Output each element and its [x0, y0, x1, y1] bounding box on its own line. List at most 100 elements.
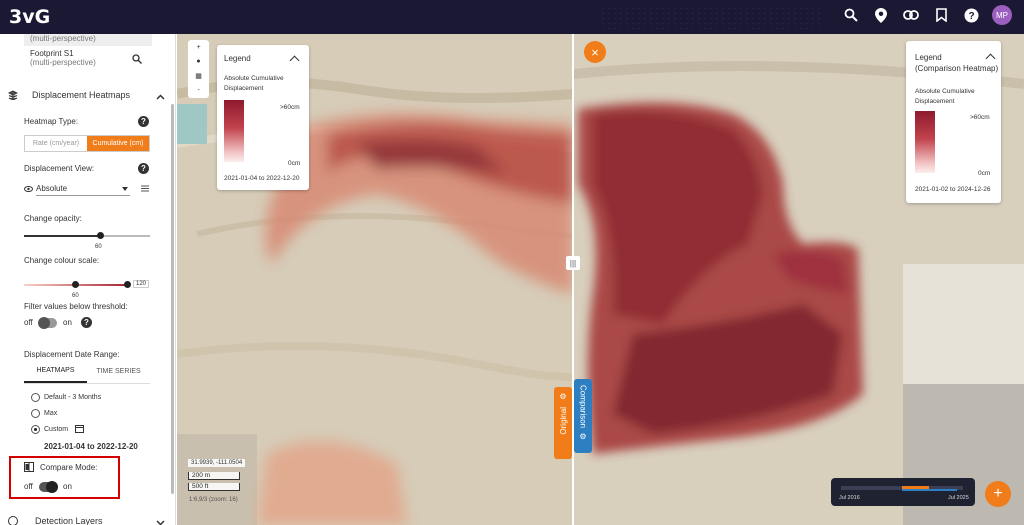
timeline-comparison-range[interactable] — [902, 489, 957, 491]
compare-mode-toggle[interactable] — [39, 481, 58, 493]
displacement-view-label: Displacement View: — [24, 164, 95, 173]
globe-icon[interactable]: ● — [196, 58, 200, 65]
sidebar-scrollbar[interactable] — [171, 104, 174, 494]
opacity-slider-fill — [24, 235, 100, 237]
legend-left-gradient — [224, 100, 244, 162]
legend-left: Legend Absolute Cumulative Displacement … — [217, 45, 309, 190]
prev-footprint-sub: (multi-perspective) — [30, 34, 96, 43]
calendar-icon[interactable] — [75, 424, 85, 435]
colour-scale-slider[interactable] — [24, 281, 131, 288]
compare-icon — [24, 462, 34, 474]
timeline-start-label: Jul 2016 — [839, 495, 860, 501]
timeline-widget[interactable]: Jul 2016 Jul 2025 — [831, 478, 975, 506]
chevron-up-icon — [156, 92, 165, 102]
displacement-heatmaps-header[interactable]: Displacement Heatmaps — [7, 90, 168, 102]
opacity-slider-knob[interactable] — [96, 232, 104, 239]
comparison-layer-tab[interactable]: Comparison ⚙ — [574, 379, 592, 453]
legend-right: Legend (Comparison Heatmap) Absolute Cum… — [906, 41, 1001, 203]
legend-left-min: 0cm — [288, 160, 301, 167]
colour-scale-max-value[interactable]: 120 — [133, 280, 150, 288]
filter-help-icon[interactable]: ? — [81, 317, 92, 328]
gear-icon[interactable]: ⚙ — [579, 432, 586, 441]
link-icon[interactable] — [902, 6, 920, 24]
radio-custom-label: Custom — [44, 426, 69, 433]
opacity-label: Change opacity: — [24, 214, 82, 223]
svg-text:?: ? — [968, 11, 974, 22]
cumulative-option[interactable]: Cumulative (cm) — [87, 136, 149, 151]
zoom-to-footprint-icon[interactable] — [132, 54, 142, 66]
add-button[interactable]: + — [985, 481, 1011, 507]
chevron-down-icon — [156, 518, 165, 525]
displacement-view-help-icon[interactable]: ? — [138, 163, 149, 174]
search-icon[interactable] — [842, 6, 860, 24]
colour-scale-label: Change colour scale: — [24, 256, 100, 265]
heatmap-type-label: Heatmap Type: — [24, 117, 79, 126]
rate-option[interactable]: Rate (cm/year) — [25, 136, 87, 151]
date-range-tabs: HEATMAPS TIME SERIES — [24, 360, 150, 384]
tab-time-series[interactable]: TIME SERIES — [87, 360, 150, 383]
zoom-out-icon[interactable]: - — [197, 87, 199, 94]
legend-right-gradient — [915, 111, 935, 173]
radio-default-label: Default - 3 Months — [44, 394, 102, 401]
timeline-end-label: Jul 2025 — [948, 495, 969, 501]
top-bar: 3vG ? MP — [0, 0, 1024, 34]
displacement-view-value: Absolute — [36, 184, 68, 193]
scale-bar-metric: 200 m — [188, 472, 240, 480]
zoom-level-text: 1:6,9/3 (zoom: 16) — [189, 497, 238, 503]
section-title: Displacement Heatmaps — [32, 90, 131, 100]
detection-layers-header[interactable]: Detection Layers — [8, 516, 168, 525]
gear-icon[interactable]: ⚙ — [559, 392, 566, 401]
legend-right-title2: (Comparison Heatmap) — [915, 64, 999, 73]
layers-toggle-icon[interactable]: ▦ — [195, 72, 202, 80]
date-range-value: 2021-01-04 to 2022-12-20 — [44, 442, 138, 451]
colour-scale-max-knob[interactable] — [124, 281, 131, 288]
location-pin-icon[interactable] — [872, 6, 890, 24]
zoom-in-icon[interactable]: + — [196, 44, 200, 51]
map-controls: + ● ▦ - — [188, 40, 209, 98]
cursor-coordinates: 31.9939, -111.0504 — [188, 459, 246, 467]
menu-icon[interactable] — [141, 185, 149, 194]
app-logo[interactable]: 3vG — [9, 6, 50, 28]
scale-bar-imperial: 500 ft — [188, 483, 240, 491]
close-compare-button[interactable]: × — [584, 41, 606, 63]
opacity-slider[interactable] — [24, 232, 150, 239]
compare-off-label: off — [24, 482, 33, 491]
radio-max[interactable]: Max — [31, 409, 57, 418]
filter-label: Filter values below threshold: — [24, 302, 128, 311]
colour-scale-min-value: 60 — [72, 293, 79, 299]
legend-left-title: Legend — [224, 54, 251, 63]
legend-right-title: Legend — [915, 53, 942, 62]
original-layer-tab[interactable]: ⚙ Original — [554, 387, 572, 459]
layers-icon — [7, 90, 19, 101]
opacity-value: 60 — [95, 244, 102, 250]
legend-right-collapse-icon[interactable] — [985, 53, 996, 64]
swipe-handle[interactable]: ||| — [566, 256, 580, 270]
date-range-label: Displacement Date Range: — [24, 350, 120, 359]
heatmap-type-help-icon[interactable]: ? — [138, 116, 149, 127]
filter-on-label: on — [63, 318, 72, 327]
colour-scale-min-knob[interactable] — [72, 281, 79, 288]
radio-custom[interactable]: Custom — [31, 424, 85, 435]
displacement-view-select[interactable]: Absolute — [36, 182, 130, 196]
eye-icon[interactable] — [24, 185, 33, 194]
caret-down-icon — [122, 187, 128, 191]
legend-left-collapse-icon[interactable] — [289, 55, 300, 66]
radio-default[interactable]: Default - 3 Months — [31, 393, 101, 402]
tab-heatmaps[interactable]: HEATMAPS — [24, 360, 87, 383]
legend-right-date-range: 2021-01-02 to 2024-12-26 — [915, 186, 991, 193]
comparison-label: Comparison — [578, 385, 588, 429]
decorative-dots — [600, 6, 820, 30]
compare-mode-label: Compare Mode: — [40, 463, 98, 472]
bookmark-icon[interactable] — [932, 6, 950, 24]
detection-layers-title: Detection Layers — [35, 516, 103, 525]
map-view[interactable]: ||| + ● ▦ - Legend Absolute Cumulative D… — [177, 34, 1024, 525]
legend-left-date-range: 2021-01-04 to 2022-12-20 — [224, 175, 300, 182]
info-icon — [8, 516, 18, 525]
user-avatar[interactable]: MP — [992, 5, 1012, 25]
filter-toggle[interactable] — [38, 317, 57, 329]
original-label: Original — [558, 407, 568, 435]
compare-on-label: on — [63, 482, 72, 491]
legend-right-max: >60cm — [970, 114, 990, 121]
prev-footprint-item[interactable]: (multi-perspective) — [24, 34, 152, 46]
help-icon[interactable]: ? — [962, 6, 980, 24]
